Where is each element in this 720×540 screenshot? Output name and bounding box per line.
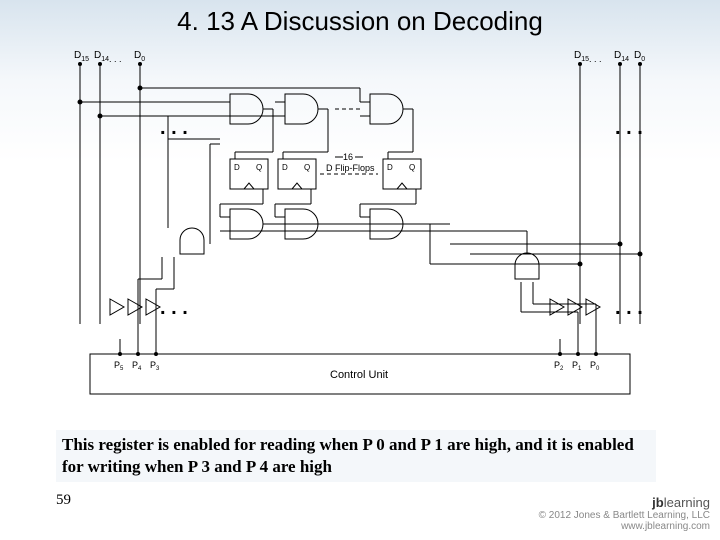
svg-text:. . .: . . . (615, 117, 643, 139)
slide-caption: This register is enabled for reading whe… (56, 430, 656, 482)
svg-text:D14: D14 (94, 50, 109, 63)
svg-text:Q: Q (409, 163, 415, 172)
svg-text:D15: D15 (574, 50, 589, 63)
circuit-diagram: D15 D14 . . . D0 D15 D14 . . . D0 . . . … (60, 44, 660, 424)
svg-text:D15: D15 (74, 50, 89, 63)
copyright-block: jblearning © 2012 Jones & Bartlett Learn… (539, 495, 710, 532)
svg-text:D Flip-Flops: D Flip-Flops (326, 163, 375, 173)
svg-text:P0: P0 (590, 360, 600, 372)
and-gate-group-top (220, 94, 413, 124)
svg-text:P5: P5 (114, 360, 124, 372)
slide-title: 4. 13 A Discussion on Decoding (0, 0, 720, 37)
svg-text:. . .: . . . (589, 54, 602, 64)
svg-text:P1: P1 (572, 360, 582, 372)
svg-text:. . .: . . . (160, 297, 188, 319)
svg-text:P4: P4 (132, 360, 142, 372)
svg-text:. . .: . . . (160, 117, 188, 139)
svg-text:Control Unit: Control Unit (330, 369, 388, 381)
page-number: 59 (56, 492, 71, 509)
svg-text:. . .: . . . (615, 297, 643, 319)
svg-text:D: D (234, 163, 240, 172)
svg-text:Q: Q (256, 163, 262, 172)
flip-flop-row: D Q D Q D Q 16 D Flip-Flops (230, 152, 421, 189)
svg-text:D: D (387, 163, 393, 172)
svg-text:. . .: . . . (109, 54, 122, 64)
write-enable-and-gate (180, 228, 204, 254)
read-enable-and-gate (515, 253, 539, 279)
svg-text:16: 16 (343, 152, 353, 162)
svg-text:P3: P3 (150, 360, 160, 372)
svg-text:D14: D14 (614, 50, 629, 63)
svg-text:D0: D0 (134, 50, 145, 63)
svg-text:D0: D0 (634, 50, 645, 63)
svg-text:D: D (282, 163, 288, 172)
svg-text:P2: P2 (554, 360, 564, 372)
svg-text:Q: Q (304, 163, 310, 172)
